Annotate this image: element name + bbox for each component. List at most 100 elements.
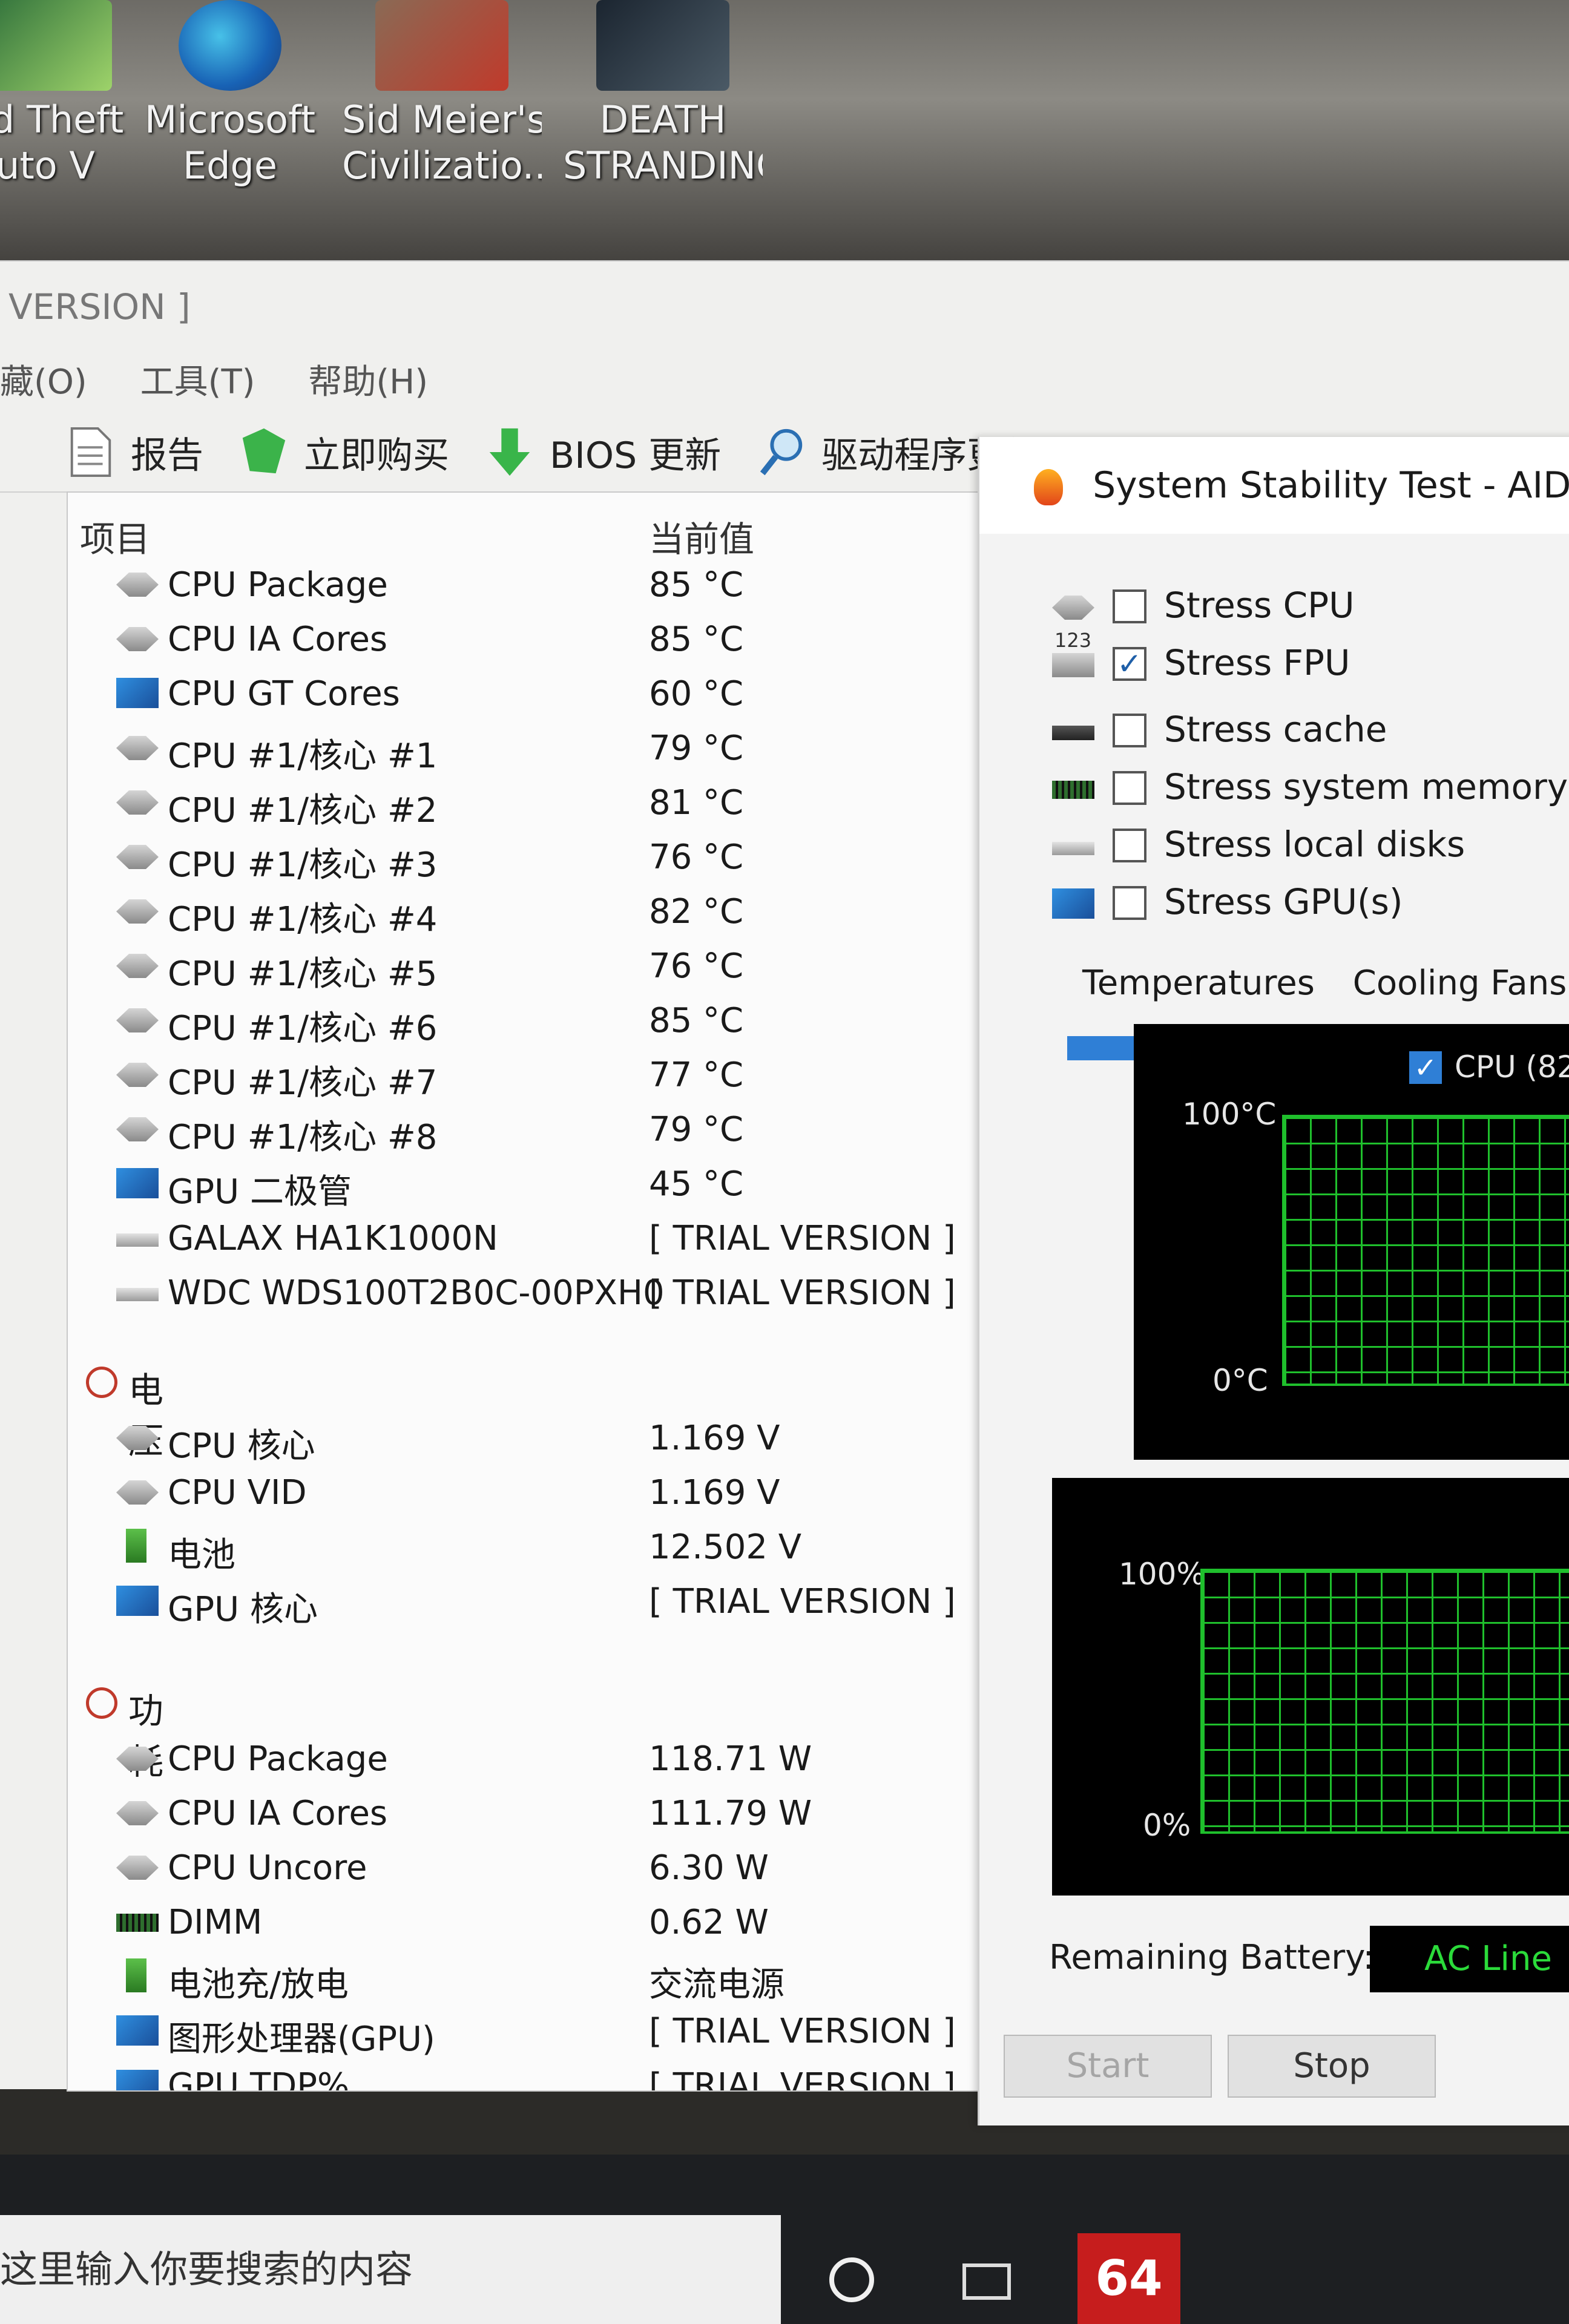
sensor-row[interactable]: CPU #1/核心 #6 85 °C [68,995,1000,1048]
temp-axis-bottom: 0°C [1212,1363,1268,1398]
task-view-icon[interactable] [962,2263,1011,2300]
sensor-row[interactable]: CPU #1/核心 #1 79 °C [68,723,1000,776]
sensor-row[interactable]: 图形处理器(GPU) [ TRIAL VERSION ] [68,2006,1000,2059]
sensor-row[interactable]: CPU IA Cores 111.79 W [68,1788,1000,1840]
sensor-row[interactable]: CPU #1/核心 #2 81 °C [68,777,1000,830]
gpu-monitor-icon [116,2070,159,2090]
sensor-value: [ TRIAL VERSION ] [649,2066,956,2092]
sensor-value: 12.502 V [649,1528,802,1567]
buy-now-button[interactable]: 立即购买 [240,426,449,479]
sensor-row[interactable]: GALAX HA1K1000N [ TRIAL VERSION ] [68,1213,1000,1265]
aida64-taskbar-icon[interactable]: 64 [1077,2233,1180,2324]
sensor-value: 交流电源 [649,1965,784,2004]
aida64-main-window: VERSION ] 藏(O) 工具(T) 帮助(H) 报告 立即购买 BIOS [0,260,1569,2125]
sensor-row[interactable]: CPU 核心 1.169 V [68,1413,1000,1466]
sensor-row[interactable]: CPU #1/核心 #4 82 °C [68,886,1000,939]
sensor-value: 82 °C [649,892,744,931]
gpu-monitor-icon [116,1168,159,1198]
desktop-icon-label: Sid Meier's [342,97,542,142]
remaining-battery-label: Remaining Battery: [1049,1938,1375,1977]
menu-favorites[interactable]: 藏(O) [0,363,87,402]
memory-module-icon [116,1914,159,1932]
sensor-name: CPU #1/核心 #3 [168,845,438,885]
cpu-chip-icon [116,845,159,869]
fpu-icon-text: 123 [1054,629,1092,652]
gpu-monitor-icon [116,1586,159,1616]
desktop-icon-death-stranding[interactable]: DEATH STRANDING [563,0,763,189]
menu-tools[interactable]: 工具(T) [140,363,255,402]
stress-checkbox[interactable]: ✓ [1113,647,1146,681]
cortana-icon[interactable] [829,2257,874,2302]
sensor-row[interactable]: CPU Package 118.71 W [68,1733,1000,1785]
sensor-name: CPU Package [168,565,388,605]
sensor-name: CPU 核心 [168,1426,315,1466]
stress-checkbox[interactable] [1113,886,1146,920]
sensor-row[interactable]: CPU #1/核心 #8 79 °C [68,1104,1000,1157]
sensor-value: 77 °C [649,1055,744,1095]
sensor-value: 6.30 W [649,1848,769,1888]
stop-button[interactable]: Stop [1228,2035,1436,2098]
sensor-row[interactable]: WDC WDS100T2B0C-00PXH0[ TRIAL VERSION ] [68,1267,1000,1319]
sensor-value: [ TRIAL VERSION ] [649,1273,956,1313]
column-header-item[interactable]: 项目 [80,511,150,562]
sensor-row[interactable]: CPU Uncore 6.30 W [68,1842,1000,1894]
bios-update-label: BIOS 更新 [550,434,722,477]
sensor-row[interactable]: CPU #1/核心 #5 76 °C [68,940,1000,994]
battery-icon [126,1529,146,1563]
sensor-row[interactable]: GPU 核心 [ TRIAL VERSION ] [68,1576,1000,1629]
sensor-value: 85 °C [649,1001,744,1040]
start-button[interactable]: Start [1004,2035,1212,2098]
sensor-row[interactable]: 电池充/放电 交流电源 [68,1951,1000,2004]
cpu-legend-checkbox[interactable]: ✓ [1409,1051,1442,1084]
sensor-row[interactable]: CPU VID 1.169 V [68,1467,1000,1519]
temp-axis-top: 100°C [1182,1097,1277,1132]
sensor-row[interactable]: GPU TDP% [ TRIAL VERSION ] [68,2060,1000,2092]
taskbar: 这里输入你要搜索的内容 64 [0,2155,1569,2324]
column-header-value[interactable]: 当前值 [649,511,754,562]
disk-drive-icon [1052,842,1094,855]
tab-temperatures[interactable]: Temperatures [1082,963,1315,1003]
sensor-value: 1.169 V [649,1419,780,1458]
sensor-row[interactable]: 电池 12.502 V [68,1521,1000,1575]
sensor-value: 79 °C [649,729,744,768]
desktop-icon-edge[interactable]: Microsoft Edge [130,0,330,189]
usage-axis-top: 100% [1119,1557,1205,1592]
disk-drive-icon [116,1288,159,1301]
sensor-row[interactable]: CPU #1/核心 #7 77 °C [68,1049,1000,1103]
sensor-row[interactable]: CPU GT Cores 60 °C [68,668,1000,720]
stress-checkbox[interactable] [1113,714,1146,747]
remaining-battery-value: AC Line [1370,1926,1569,1992]
bios-update-button[interactable]: BIOS 更新 [485,426,721,479]
stress-checkbox[interactable] [1113,589,1146,623]
sensor-value: 45 °C [649,1164,744,1204]
sensor-row[interactable]: CPU #1/核心 #3 76 °C [68,832,1000,885]
sensor-value: 118.71 W [649,1739,812,1779]
desktop-icon-gta[interactable]: nd Theft uto V [0,0,145,189]
report-button[interactable]: 报告 [67,426,203,479]
sensor-name: CPU #1/核心 #7 [168,1063,438,1103]
tab-cooling-fans[interactable]: Cooling Fans [1353,963,1567,1003]
sensor-name: CPU #1/核心 #8 [168,1118,438,1157]
sensor-row[interactable]: CPU IA Cores 85 °C [68,614,1000,666]
download-arrow-icon [489,428,530,476]
taskbar-search-box[interactable]: 这里输入你要搜索的内容 [0,2215,781,2324]
cache-icon [1052,726,1094,740]
cpu-chip-icon [116,1117,159,1141]
sensor-row[interactable]: DIMM 0.62 W [68,1897,1000,1949]
menu-help[interactable]: 帮助(H) [308,363,428,402]
stress-checkbox[interactable] [1113,771,1146,805]
cpu-chip-icon [116,573,159,597]
sensor-name: GALAX HA1K1000N [168,1219,498,1258]
sensor-name: CPU IA Cores [168,620,388,659]
window-title: VERSION ] [8,286,191,327]
stress-checkbox[interactable] [1113,829,1146,862]
sensor-name: CPU #1/核心 #4 [168,900,438,939]
report-label: 报告 [131,434,203,477]
sensor-row[interactable]: GPU 二极管 45 °C [68,1158,1000,1212]
tab-selection-indicator [1067,1036,1134,1060]
sensor-value: 76 °C [649,838,744,877]
desktop-icon-civilization[interactable]: Sid Meier's Civilizatio... [342,0,542,189]
sensor-row[interactable]: CPU Package 85 °C [68,559,1000,611]
battery-icon [126,1958,146,1992]
sensor-value: 81 °C [649,783,744,822]
